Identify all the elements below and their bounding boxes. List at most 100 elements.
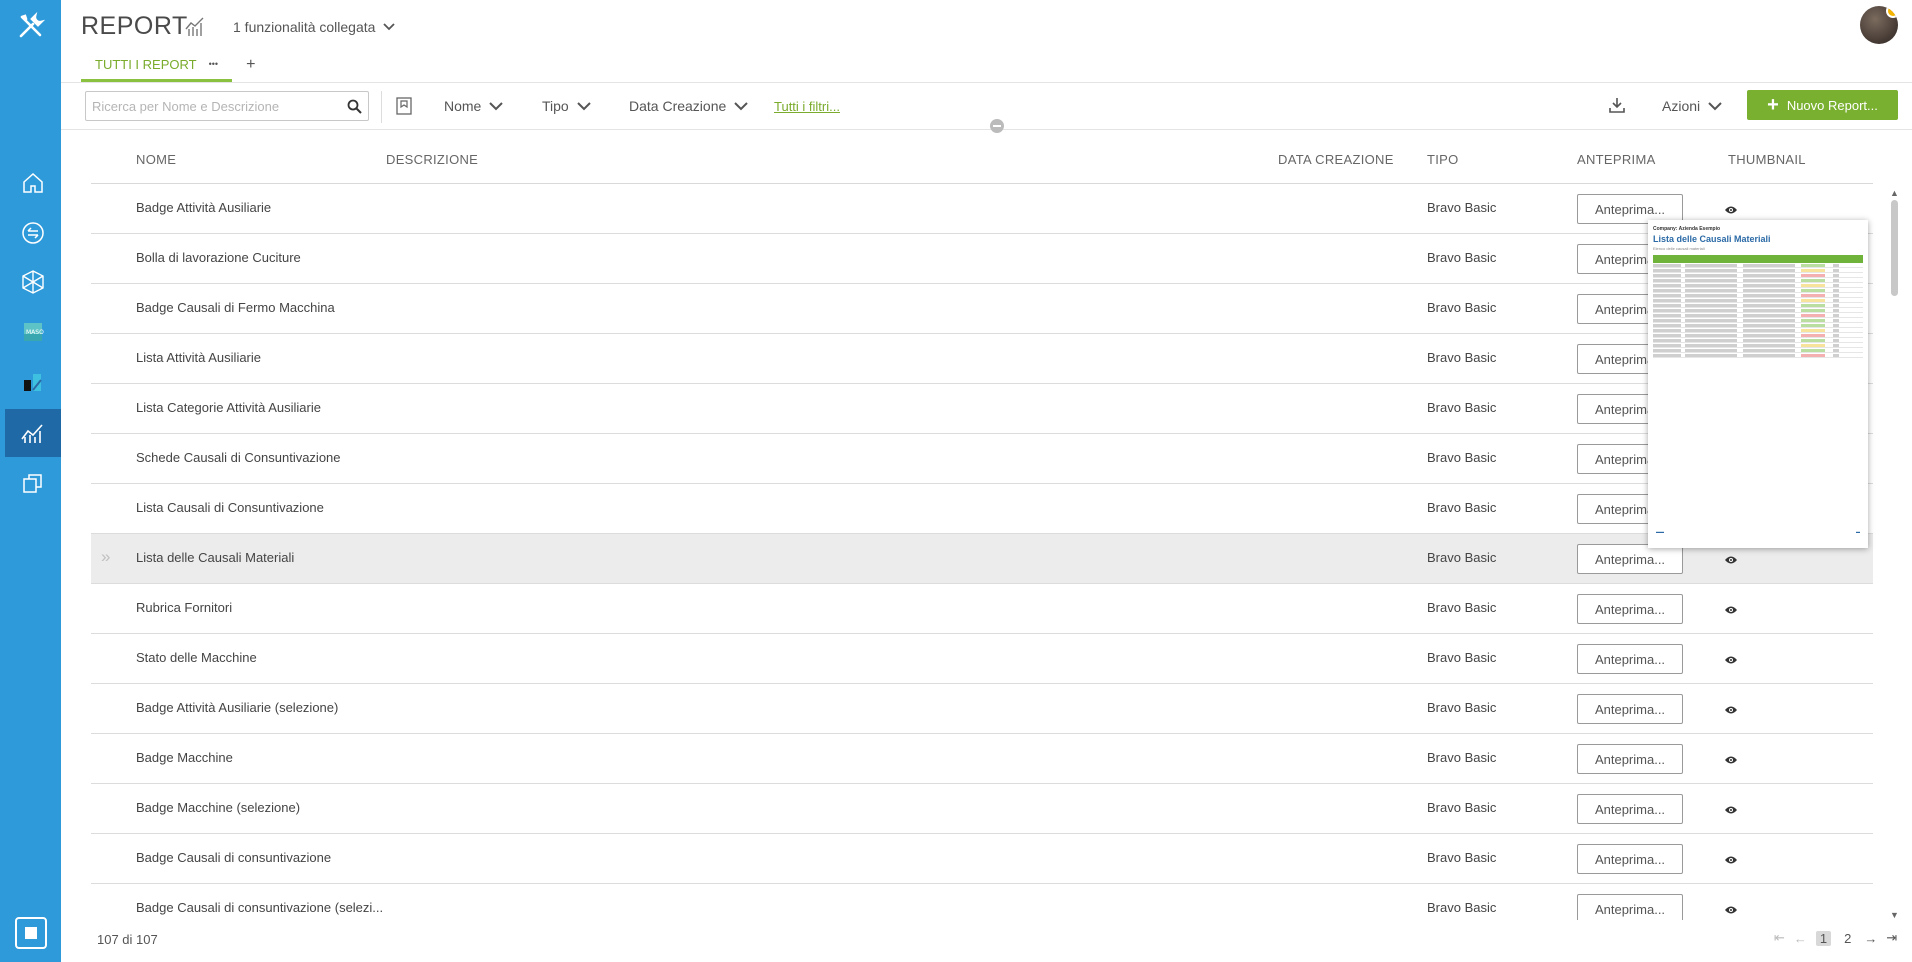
panel-toggle-button[interactable] — [15, 917, 47, 949]
linked-features-label: 1 funzionalità collegata — [233, 19, 376, 35]
avatar[interactable] — [1860, 6, 1898, 44]
table-body: Badge Attività Ausiliarie Bravo Basic Ante… — [91, 184, 1873, 920]
actions-dropdown[interactable]: Azioni — [1662, 98, 1722, 114]
maso-icon[interactable]: MASO — [5, 308, 61, 356]
bookmark-icon[interactable] — [396, 97, 412, 120]
chevron-down-icon — [383, 23, 396, 31]
cell-tipo: Bravo Basic — [1427, 400, 1497, 415]
thumbnail-subtitle: Elenco delle causali materiali — [1653, 246, 1705, 251]
drag-handle-icon[interactable]: » — [101, 547, 110, 567]
filter-nome-label: Nome — [444, 98, 482, 114]
scrollbar-thumb[interactable] — [1891, 200, 1898, 296]
left-rail: MASO — [0, 0, 61, 962]
table-row[interactable]: Schede Causali di Consuntivazione Bravo B… — [91, 434, 1873, 484]
page-title: REPORT — [81, 12, 188, 40]
table-row[interactable]: Lista Causali di Consuntivazione Bravo Ba… — [91, 484, 1873, 534]
vertical-scrollbar[interactable]: ▲ ▼ — [1889, 188, 1900, 920]
header-nome[interactable]: NOME — [136, 152, 176, 167]
page-2-button[interactable]: 2 — [1840, 931, 1855, 946]
eye-icon[interactable] — [1724, 752, 1738, 770]
cell-tipo: Bravo Basic — [1427, 300, 1497, 315]
new-report-label: Nuovo Report... — [1786, 97, 1878, 113]
header-thumbnail[interactable]: THUMBNAIL — [1728, 152, 1806, 167]
filter-nome[interactable]: Nome — [444, 98, 504, 114]
new-report-button[interactable]: + Nuovo Report... — [1747, 90, 1898, 120]
eye-icon[interactable] — [1724, 702, 1738, 720]
tab-all-reports[interactable]: TUTTI I REPORT ••• — [81, 52, 233, 82]
table-row[interactable]: Lista Categorie Attività Ausiliarie Bravo… — [91, 384, 1873, 434]
preview-button[interactable]: Anteprima... — [1577, 844, 1683, 874]
table-row[interactable]: Bolla di lavorazione Cuciture Bravo Basic… — [91, 234, 1873, 284]
preview-button[interactable]: Anteprima... — [1577, 694, 1683, 724]
filter-tipo[interactable]: Tipo — [542, 98, 591, 114]
table-row[interactable]: Badge Attività Ausiliarie (selezione) Bra… — [91, 684, 1873, 734]
cell-nome: Badge Causali di consuntivazione (selezi… — [136, 900, 384, 915]
tab-more-icon[interactable]: ••• — [209, 57, 218, 79]
collapse-toolbar-handle[interactable] — [990, 119, 1004, 133]
chart-icon[interactable] — [5, 358, 61, 406]
eye-icon[interactable] — [1724, 652, 1738, 670]
preview-button[interactable]: Anteprima... — [1577, 594, 1683, 624]
chevron-down-icon — [734, 101, 748, 110]
cell-nome: Badge Macchine (selezione) — [136, 800, 301, 815]
cell-nome: Lista Attività Ausiliarie — [136, 350, 262, 365]
eye-icon[interactable] — [1724, 802, 1738, 820]
home-icon[interactable] — [5, 159, 61, 207]
add-tab-button[interactable]: + — [246, 52, 255, 74]
filter-data-creazione[interactable]: Data Creazione — [629, 98, 748, 114]
all-filters-link[interactable]: Tutti i filtri... — [774, 99, 840, 114]
header-anteprima[interactable]: ANTEPRIMA — [1577, 152, 1656, 167]
table-row[interactable]: Badge Causali di consuntivazione Bravo Ba… — [91, 834, 1873, 884]
eye-icon[interactable] — [1724, 602, 1738, 620]
preview-button[interactable]: Anteprima... — [1577, 644, 1683, 674]
table-row[interactable]: Lista Attività Ausiliarie Bravo Basic Ante… — [91, 334, 1873, 384]
table-row[interactable]: Badge Macchine (selezione) Bravo Basic Ant… — [91, 784, 1873, 834]
table-header: NOME DESCRIZIONE DATA CREAZIONE TIPO ANT… — [91, 137, 1873, 184]
first-page-icon[interactable]: ⇤ — [1774, 930, 1785, 946]
copy-icon[interactable] — [5, 459, 61, 507]
download-icon[interactable] — [1609, 97, 1625, 118]
table-row[interactable]: Stato delle Macchine Bravo Basic Anteprima… — [91, 634, 1873, 684]
tab-bar: TUTTI I REPORT ••• + — [81, 52, 255, 82]
cell-tipo: Bravo Basic — [1427, 750, 1497, 765]
page-1-button[interactable]: 1 — [1815, 930, 1832, 946]
prev-page-icon[interactable]: ← — [1794, 931, 1807, 946]
cell-nome: Badge Causali di Fermo Macchina — [136, 300, 335, 315]
table-row[interactable]: Badge Causali di consuntivazione (selezi… — [91, 884, 1873, 920]
table-row[interactable]: » Lista delle Causali Materiali Bravo Basi… — [91, 534, 1873, 584]
table-row[interactable]: Badge Causali di Fermo Macchina Bravo Bas… — [91, 284, 1873, 334]
eye-icon[interactable] — [1724, 552, 1738, 570]
cell-nome: Badge Attività Ausiliarie — [136, 200, 272, 215]
linked-features-dropdown[interactable]: 1 funzionalità collegata — [233, 19, 396, 35]
preview-button[interactable]: Anteprima... — [1577, 894, 1683, 920]
preview-button[interactable]: Anteprima... — [1577, 544, 1683, 574]
search-input[interactable] — [86, 92, 340, 120]
cell-tipo: Bravo Basic — [1427, 600, 1497, 615]
eye-icon[interactable] — [1724, 852, 1738, 870]
eye-icon[interactable] — [1724, 202, 1738, 220]
table-row[interactable]: Badge Attività Ausiliarie Bravo Basic Ante… — [91, 184, 1873, 234]
search-icon[interactable] — [340, 99, 368, 114]
scroll-down-arrow[interactable]: ▼ — [1890, 910, 1899, 920]
table-row[interactable]: Badge Macchine Bravo Basic Anteprima... — [91, 734, 1873, 784]
tools-icon[interactable] — [0, 0, 61, 52]
last-page-icon[interactable]: ⇥ — [1886, 930, 1897, 946]
header-data-creazione[interactable]: DATA CREAZIONE — [1278, 152, 1394, 167]
preview-button[interactable]: Anteprima... — [1577, 794, 1683, 824]
preview-button[interactable]: Anteprima... — [1577, 744, 1683, 774]
exchange-icon[interactable] — [5, 209, 61, 257]
header-descrizione[interactable]: DESCRIZIONE — [386, 152, 478, 167]
report-chart-icon[interactable] — [5, 409, 61, 457]
cube-network-icon[interactable] — [5, 258, 61, 306]
divider — [381, 91, 382, 123]
scroll-up-arrow[interactable]: ▲ — [1890, 188, 1899, 198]
table-row[interactable]: Rubrica Fornitori Bravo Basic Anteprima... — [91, 584, 1873, 634]
header-tipo[interactable]: TIPO — [1427, 152, 1459, 167]
cell-tipo: Bravo Basic — [1427, 250, 1497, 265]
cell-nome: Stato delle Macchine — [136, 650, 257, 665]
cell-tipo: Bravo Basic — [1427, 450, 1497, 465]
cell-nome: Badge Causali di consuntivazione — [136, 850, 332, 865]
record-count: 107 di 107 — [97, 932, 158, 947]
eye-icon[interactable] — [1724, 902, 1738, 920]
next-page-icon[interactable]: → — [1864, 931, 1877, 946]
